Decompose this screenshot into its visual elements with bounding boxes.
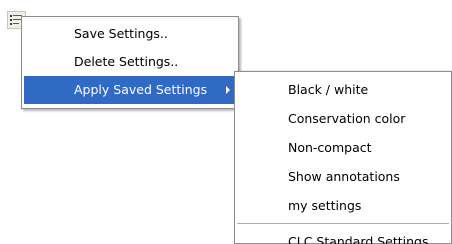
submenu-item-label: my settings	[288, 198, 362, 213]
submenu-item-non-compact[interactable]: Non-compact	[237, 133, 449, 162]
submenu-item-show-annotations[interactable]: Show annotations	[237, 162, 449, 191]
screen: Save Settings.. Delete Settings.. Apply …	[0, 0, 452, 244]
menu-separator	[237, 223, 449, 224]
menu-item-label: Delete Settings..	[74, 54, 179, 69]
submenu-item-clc-standard-settings[interactable]: CLC Standard Settings	[237, 227, 449, 244]
settings-context-menu: Save Settings.. Delete Settings.. Apply …	[21, 16, 239, 109]
menu-item-apply-saved-settings[interactable]: Apply Saved Settings	[24, 76, 236, 104]
menu-item-delete-settings[interactable]: Delete Settings..	[24, 48, 236, 76]
submenu-item-black-white[interactable]: Black / white	[237, 75, 449, 104]
submenu-arrow-icon	[226, 86, 230, 94]
submenu-item-label: Non-compact	[288, 140, 372, 155]
submenu-item-my-settings[interactable]: my settings	[237, 191, 449, 220]
submenu-item-label: Show annotations	[288, 169, 400, 184]
submenu-item-label: Black / white	[288, 82, 369, 97]
menu-item-label: Save Settings..	[74, 26, 168, 41]
menu-item-save-settings[interactable]: Save Settings..	[24, 20, 236, 48]
apply-settings-submenu: Black / white Conservation color Non-com…	[234, 71, 452, 244]
submenu-item-label: CLC Standard Settings	[288, 234, 429, 244]
submenu-item-label: Conservation color	[288, 111, 406, 126]
menu-item-label: Apply Saved Settings	[74, 82, 208, 97]
submenu-item-conservation-color[interactable]: Conservation color	[237, 104, 449, 133]
